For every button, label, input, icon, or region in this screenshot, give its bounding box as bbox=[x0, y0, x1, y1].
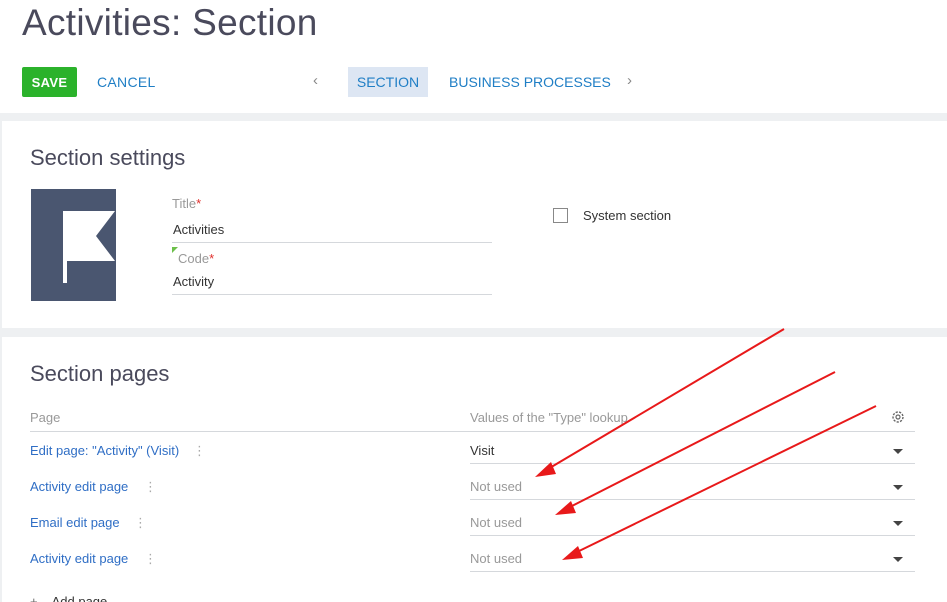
code-underline bbox=[172, 294, 492, 295]
flag-icon bbox=[63, 211, 115, 283]
code-field[interactable]: Activity bbox=[173, 274, 214, 289]
title-label: Title* bbox=[172, 196, 202, 211]
add-page-button[interactable]: + Add page bbox=[30, 594, 107, 602]
dropdown-arrow-icon[interactable] bbox=[893, 485, 903, 490]
section-pages-heading: Section pages bbox=[30, 361, 170, 386]
row-underline bbox=[470, 535, 915, 536]
tabs-next-icon[interactable]: › bbox=[627, 72, 632, 89]
section-settings-heading: Section settings bbox=[30, 145, 186, 170]
type-select-row-4[interactable]: Not used bbox=[470, 551, 522, 566]
section-icon-tile[interactable] bbox=[31, 189, 116, 301]
page-link-row-3[interactable]: Email edit page bbox=[30, 515, 120, 530]
cancel-button[interactable]: CANCEL bbox=[97, 74, 156, 90]
title-underline bbox=[172, 242, 492, 243]
column-header-type: Values of the "Type" lookup bbox=[470, 410, 628, 425]
row-underline bbox=[470, 499, 915, 500]
section-settings-panel: Section settings Title* Activities Code*… bbox=[2, 121, 947, 328]
gear-icon[interactable] bbox=[890, 409, 906, 425]
dropdown-arrow-icon[interactable] bbox=[893, 521, 903, 526]
title-field[interactable]: Activities bbox=[173, 222, 224, 237]
plus-icon: + bbox=[30, 594, 38, 602]
dropdown-arrow-icon[interactable] bbox=[893, 449, 903, 454]
code-label: Code* bbox=[178, 251, 215, 266]
page-link-row-4[interactable]: Activity edit page bbox=[30, 551, 128, 566]
save-button[interactable]: SAVE bbox=[22, 67, 77, 97]
column-header-page: Page bbox=[30, 410, 61, 425]
dropdown-arrow-icon[interactable] bbox=[893, 557, 903, 562]
type-select-row-2[interactable]: Not used bbox=[470, 479, 522, 494]
row-underline bbox=[470, 463, 915, 464]
type-select-row-3[interactable]: Not used bbox=[470, 515, 522, 530]
page-link-row-1[interactable]: Edit page: "Activity" (Visit) bbox=[30, 443, 179, 458]
row-menu-icon[interactable]: ⋮ bbox=[134, 515, 147, 531]
add-page-label: Add page bbox=[51, 594, 108, 602]
page-link-row-2[interactable]: Activity edit page bbox=[30, 479, 128, 494]
system-section-checkbox[interactable] bbox=[553, 208, 568, 223]
row-menu-icon[interactable]: ⋮ bbox=[144, 479, 157, 495]
header-divider bbox=[30, 431, 915, 432]
section-pages-panel: Section pages Page Values of the "Type" … bbox=[2, 337, 947, 602]
tabs-prev-icon[interactable]: ‹ bbox=[313, 72, 318, 89]
type-select-row-1[interactable]: Visit bbox=[470, 443, 494, 458]
row-menu-icon[interactable]: ⋮ bbox=[193, 443, 206, 459]
tab-business-processes[interactable]: BUSINESS PROCESSES bbox=[449, 74, 611, 90]
row-underline bbox=[470, 571, 915, 572]
system-section-label: System section bbox=[583, 208, 672, 223]
tab-section[interactable]: SECTION bbox=[348, 67, 428, 97]
top-bar: Activities: Section SAVE CANCEL ‹ SECTIO… bbox=[0, 0, 947, 113]
row-menu-icon[interactable]: ⋮ bbox=[144, 551, 157, 567]
page-title: Activities: Section bbox=[22, 2, 318, 43]
